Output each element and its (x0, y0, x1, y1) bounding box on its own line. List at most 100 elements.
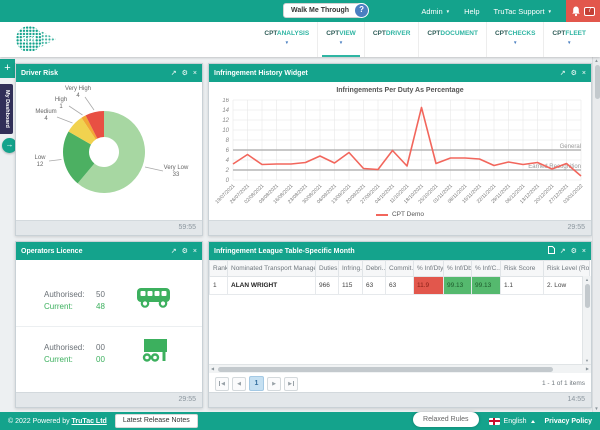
close-icon[interactable]: × (193, 248, 197, 255)
nav-tab-checks[interactable]: CPTCHECKS▼ (486, 22, 543, 57)
y-tick-label: 6 (226, 148, 230, 154)
column-header[interactable]: Risk Level (Ro (544, 261, 590, 277)
bell-icon (571, 6, 581, 17)
copyright-text: © 2022 Powered by TruTac Ltd (8, 418, 107, 425)
nav-tab-fleet[interactable]: CPTFLEET▼ (543, 22, 594, 57)
app-header: cpt CPTANALYSIS▼CPTVIEW▼CPTDRIVER CPTDOC… (0, 22, 600, 57)
table-cell: 63 (386, 277, 414, 295)
scroll-up-icon[interactable]: ▲ (583, 277, 591, 282)
scroll-right-icon[interactable]: ▶ (586, 365, 589, 373)
widget-header[interactable]: Driver Risk ↗ ⚙ × (16, 64, 202, 82)
authorised-value: 00 (96, 343, 120, 352)
release-notes-button[interactable]: Latest Release Notes (115, 414, 198, 428)
operators-licence-widget: Operators Licence ↗ ⚙ × Authorised: 50 C… (15, 241, 203, 408)
help-link[interactable]: Help (464, 7, 479, 16)
bus-icon (134, 286, 174, 314)
first-page-button[interactable]: ◀ (215, 377, 229, 391)
chart-title: Infringements Per Duty As Percentage (209, 82, 591, 97)
page-scrollbar[interactable]: ▲ ▼ (592, 57, 600, 412)
expand-icon[interactable]: ↗ (560, 70, 566, 77)
column-header[interactable]: Debri... (363, 261, 386, 277)
close-icon[interactable]: × (582, 70, 586, 77)
column-header[interactable]: Nominated Transport Manager (228, 261, 316, 277)
infringement-chart-area: Infringements Per Duty As Percentage 024… (209, 82, 591, 220)
gear-icon[interactable]: ⚙ (571, 70, 577, 77)
walk-me-through-button[interactable]: Walk Me Through ? (283, 3, 362, 18)
column-header[interactable]: Duties (316, 261, 339, 277)
column-header[interactable]: Risk Score (501, 261, 544, 277)
gear-icon[interactable]: ⚙ (182, 70, 188, 77)
page-number-button[interactable]: 1 (249, 376, 264, 391)
authorised-label: Authorised: (44, 343, 96, 352)
widget-header[interactable]: Infringement History Widget ↗ ⚙ × (209, 64, 591, 82)
legend-series-label: CPT Demo (392, 211, 424, 218)
table-cell: 115 (339, 277, 363, 295)
column-header[interactable]: % Inf/C... (472, 261, 501, 277)
psv-licence-row: Authorised: 50 Current: 48 (16, 274, 202, 327)
authorised-label: Authorised: (44, 290, 96, 299)
top-bar: Walk Me Through ? Admin▼ Help TruTac Sup… (0, 0, 600, 22)
column-header[interactable]: Rank (210, 261, 228, 277)
gear-icon[interactable]: ⚙ (182, 248, 188, 255)
scrollbar-thumb[interactable] (585, 284, 590, 308)
dashboard-content: + My Dashboard → Driver Risk ↗ ⚙ × Very … (0, 57, 600, 412)
close-icon[interactable]: × (193, 70, 197, 77)
widget-header[interactable]: Operators Licence ↗ ⚙ × (16, 242, 202, 260)
donut-slice-label: Very High4 (65, 86, 91, 99)
scrollbar-thumb[interactable] (595, 65, 600, 99)
my-dashboard-tab[interactable]: My Dashboard (0, 84, 13, 134)
next-page-button[interactable]: ▶ (267, 377, 281, 391)
table-cell: 99.13 (472, 277, 501, 295)
language-selector[interactable]: English (489, 418, 535, 425)
previous-page-button[interactable]: ◀ (232, 377, 246, 391)
walkme-help-icon[interactable]: ? (354, 3, 369, 18)
scroll-up-icon[interactable]: ▲ (593, 58, 600, 63)
nav-tab-view[interactable]: CPTVIEW▼ (317, 22, 364, 57)
relaxed-rules-button[interactable]: Relaxed Rules (413, 412, 479, 427)
truck-icon (134, 338, 174, 369)
scroll-down-icon[interactable]: ▼ (583, 358, 591, 363)
notifications-button[interactable]: 7 (566, 0, 600, 22)
current-value: 00 (96, 355, 120, 364)
chevron-down-icon: ▼ (446, 9, 450, 14)
gear-icon[interactable]: ⚙ (571, 248, 577, 255)
y-tick-label: 4 (226, 158, 230, 164)
language-label: English (504, 418, 527, 425)
table-cell: 1.1 (501, 277, 544, 295)
donut-slice-label: Low12 (34, 155, 46, 168)
add-widget-button[interactable]: + (0, 59, 15, 78)
widget-title: Infringement League Table-Specific Month (214, 248, 548, 255)
label-leader-line (49, 160, 62, 162)
scrollbar-thumb[interactable] (218, 367, 553, 372)
expand-icon[interactable]: ↗ (171, 70, 177, 77)
expand-icon[interactable]: ↗ (171, 248, 177, 255)
nav-tab-document[interactable]: CPTDOCUMENT (418, 22, 486, 57)
admin-menu[interactable]: Admin▼ (421, 7, 450, 16)
table-row[interactable]: 1ALAN WRIGHT966115636311.999.1399.131.12… (210, 277, 590, 295)
scroll-left-icon[interactable]: ◀ (211, 365, 214, 373)
column-header[interactable]: % Inf/Dbf (444, 261, 472, 277)
column-header[interactable]: Infring... (339, 261, 363, 277)
nav-tab-driver[interactable]: CPTDRIVER (364, 22, 419, 57)
scroll-down-icon[interactable]: ▼ (593, 406, 600, 411)
chart-legend: CPT Demo (209, 211, 591, 218)
widget-refresh-timer: 59:55 (16, 220, 202, 235)
support-menu[interactable]: TruTac Support▼ (494, 7, 552, 16)
infringement-history-widget: Infringement History Widget ↗ ⚙ × Infrin… (208, 63, 592, 236)
table-horizontal-scrollbar[interactable]: ◀ ▶ (209, 364, 591, 373)
label-leader-line (145, 167, 163, 171)
nav-tab-analysis[interactable]: CPTANALYSIS▼ (256, 22, 317, 57)
widget-header[interactable]: Infringement League Table-Specific Month… (209, 242, 591, 260)
table-cell: 63 (363, 277, 386, 295)
expand-icon[interactable]: ↗ (560, 248, 566, 255)
chevron-down-icon: ▼ (326, 40, 356, 45)
authorised-value: 50 (96, 290, 120, 299)
export-icon[interactable] (548, 246, 555, 256)
privacy-policy-link[interactable]: Privacy Policy (545, 418, 592, 425)
trutac-link[interactable]: TruTac Ltd (72, 418, 107, 425)
column-header[interactable]: % Inf/Dty (414, 261, 444, 277)
table-vertical-scrollbar[interactable]: ▲ ▼ (582, 276, 591, 364)
close-icon[interactable]: × (582, 248, 586, 255)
column-header[interactable]: Commit... (386, 261, 414, 277)
last-page-button[interactable]: ▶ (284, 377, 298, 391)
